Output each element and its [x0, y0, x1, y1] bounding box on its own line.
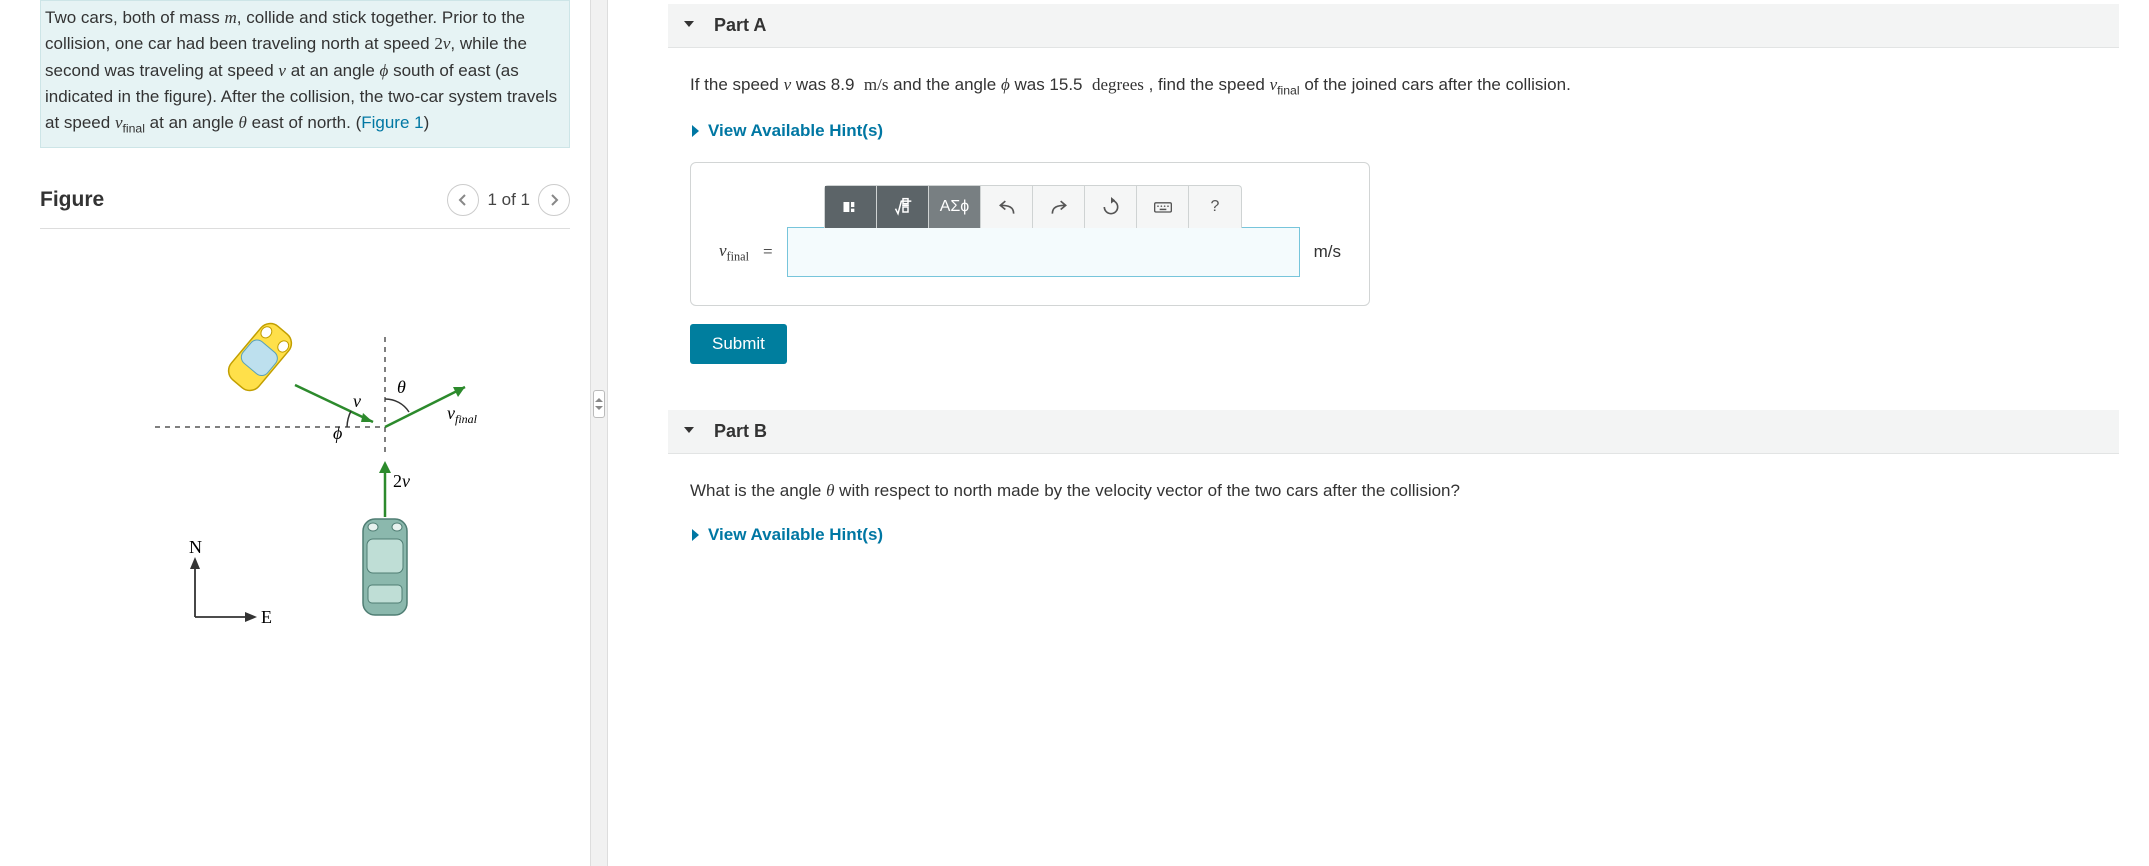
equation-toolbar: ΑΣϕ ? [824, 185, 1242, 228]
label-v: v [353, 391, 361, 411]
figure-title: Figure [40, 184, 104, 216]
toolbar-undo-button[interactable] [981, 186, 1033, 228]
part-b-title: Part B [714, 418, 767, 445]
part-a-hints-label: View Available Hint(s) [708, 118, 883, 144]
toolbar-templates-button[interactable] [825, 186, 877, 228]
part-b-hints-link[interactable]: View Available Hint(s) [690, 522, 2109, 548]
figure-pager: 1 of 1 [447, 184, 570, 216]
equals-sign: = [763, 239, 773, 265]
part-b-header[interactable]: Part B [668, 410, 2119, 454]
divider-handle-icon[interactable] [593, 390, 605, 418]
figure-header: Figure 1 of 1 [40, 184, 570, 229]
panel-divider[interactable] [590, 0, 608, 866]
figure-prev-button[interactable] [447, 184, 479, 216]
part-b-section: Part B What is the angle θ with respect … [668, 410, 2119, 548]
part-a-header[interactable]: Part A [668, 4, 2119, 48]
part-b-question: What is the angle θ with respect to nort… [690, 478, 2109, 504]
toolbar-keyboard-button[interactable] [1137, 186, 1189, 228]
caret-down-icon [682, 13, 696, 39]
answer-row: vfinal = m/s [719, 227, 1341, 277]
part-a-answer-input[interactable] [787, 227, 1300, 277]
label-theta: θ [397, 377, 406, 397]
toolbar-greek-button[interactable]: ΑΣϕ [929, 186, 981, 228]
part-a-submit-button[interactable]: Submit [690, 324, 787, 364]
figure-next-button[interactable] [538, 184, 570, 216]
part-a-answer-area: ΑΣϕ ? [690, 162, 1370, 306]
part-a-question: If the speed v was 8.9 m/s and the angle… [690, 72, 2109, 100]
part-a-hints-link[interactable]: View Available Hint(s) [690, 118, 2109, 144]
compass-n: N [189, 537, 202, 557]
problem-statement: Two cars, both of mass m, collide and st… [40, 0, 570, 148]
part-a-section: Part A If the speed v was 8.9 m/s and th… [668, 4, 2119, 364]
answer-units: m/s [1314, 239, 1341, 265]
answer-variable-label: vfinal [719, 238, 749, 266]
problem-text: Two cars, both of mass m, collide and st… [45, 8, 557, 132]
toolbar-help-button[interactable]: ? [1189, 186, 1241, 228]
part-a-title: Part A [714, 12, 766, 39]
toolbar-fraction-sqrt-button[interactable] [877, 186, 929, 228]
toolbar-redo-button[interactable] [1033, 186, 1085, 228]
left-panel: Two cars, both of mass m, collide and st… [0, 0, 590, 866]
compass-e: E [261, 607, 272, 627]
label-phi: ϕ [333, 423, 342, 443]
toolbar-reset-button[interactable] [1085, 186, 1137, 228]
svg-text:2v: 2v [393, 471, 410, 491]
part-b-hints-label: View Available Hint(s) [708, 522, 883, 548]
figure-diagram: ϕ v vfinal θ 2v [40, 257, 570, 677]
label-vfinal: vfinal [447, 403, 478, 426]
figure-pager-text: 1 of 1 [487, 187, 530, 213]
caret-down-icon [682, 419, 696, 445]
right-panel: Part A If the speed v was 8.9 m/s and th… [608, 0, 2149, 866]
